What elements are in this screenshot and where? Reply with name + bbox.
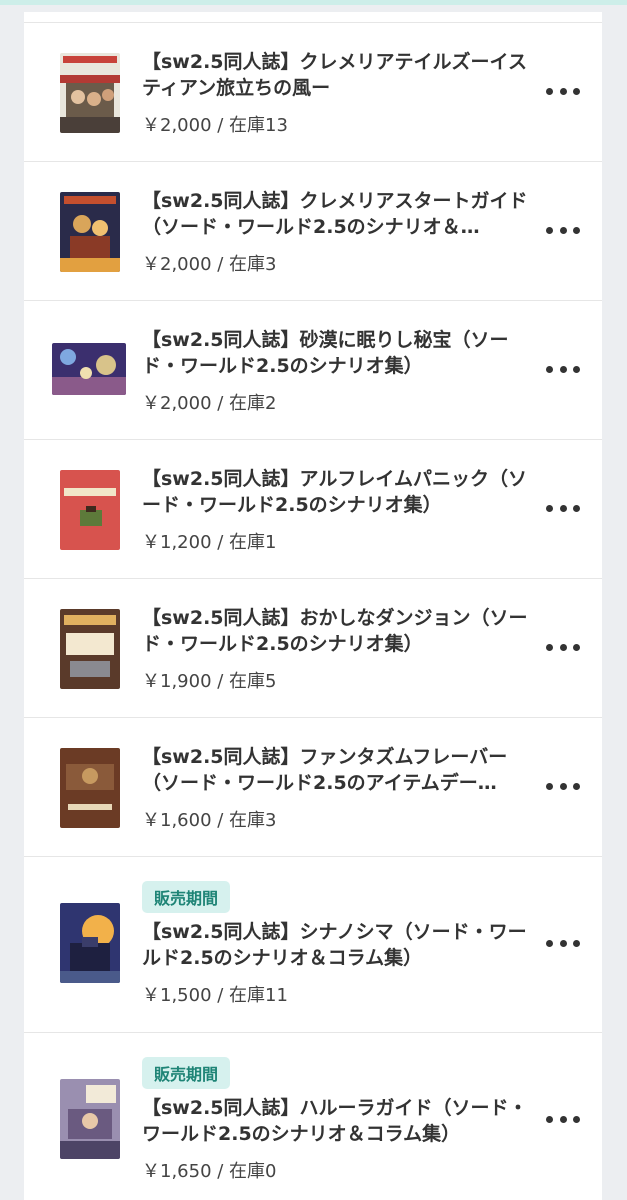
product-item[interactable]: 【sw2.5同人誌】ファンタズムフレーバー（ソード・ワールド2.5のアイテムデー… (24, 718, 602, 857)
product-price-stock: ￥1,600 / 在庫3 (142, 810, 277, 831)
product-title[interactable]: 【sw2.5同人誌】ハルーラガイド（ソード・ワールド2.5のシナリオ＆コラム集） (142, 1095, 542, 1147)
product-cover-image (60, 53, 120, 133)
more-horizontal-icon[interactable] (546, 498, 580, 518)
product-price-stock: ￥1,650 / 在庫0 (142, 1161, 277, 1182)
product-cover-image (60, 1079, 120, 1159)
product-item[interactable]: 【sw2.5同人誌】アルフレイムパニック（ソード・ワールド2.5のシナリオ集） … (24, 440, 602, 579)
more-horizontal-icon[interactable] (546, 359, 580, 379)
more-horizontal-icon[interactable] (546, 220, 580, 240)
product-title[interactable]: 【sw2.5同人誌】クレメリアテイルズーイスティアン旅立ちの風ー (142, 49, 542, 101)
more-horizontal-icon[interactable] (546, 1109, 580, 1129)
more-horizontal-icon[interactable] (546, 81, 580, 101)
product-item[interactable]: 【sw2.5同人誌】クレメリアテイルズーイスティアン旅立ちの風ー ￥2,000 … (24, 23, 602, 162)
product-cover-image (60, 609, 120, 689)
product-cover-image (52, 343, 126, 395)
product-price-stock: ￥1,900 / 在庫5 (142, 671, 277, 692)
sale-period-badge: 販売期間 (142, 881, 231, 913)
more-horizontal-icon[interactable] (546, 776, 580, 796)
product-price-stock: ￥2,000 / 在庫3 (142, 254, 277, 275)
product-item[interactable]: 【sw2.5同人誌】砂漠に眠りし秘宝（ソード・ワールド2.5のシナリオ集） ￥2… (24, 301, 602, 440)
product-item[interactable]: 販売期間 【sw2.5同人誌】シナノシマ（ソード・ワールド2.5のシナリオ＆コラ… (24, 857, 602, 1033)
product-price-stock: ￥2,000 / 在庫13 (142, 115, 288, 136)
product-item[interactable]: 販売期間 【sw2.5同人誌】ハルーラガイド（ソード・ワールド2.5のシナリオ＆… (24, 1033, 602, 1200)
more-horizontal-icon[interactable] (546, 637, 580, 657)
product-cover-image (60, 903, 120, 983)
product-price-stock: ￥1,200 / 在庫1 (142, 532, 277, 553)
product-title[interactable]: 【sw2.5同人誌】クレメリアスタートガイド（ソード・ワールド2.5のシナリオ＆… (142, 188, 542, 240)
product-title[interactable]: 【sw2.5同人誌】アルフレイムパニック（ソード・ワールド2.5のシナリオ集） (142, 466, 542, 518)
top-accent-bar (0, 0, 627, 5)
product-cover-image (60, 192, 120, 272)
product-cover-image (60, 470, 120, 550)
product-list: 【sw2.5同人誌】クレメリアテイルズーイスティアン旅立ちの風ー ￥2,000 … (24, 12, 602, 1200)
product-price-stock: ￥2,000 / 在庫2 (142, 393, 277, 414)
product-price-stock: ￥1,500 / 在庫11 (142, 985, 288, 1006)
product-title[interactable]: 【sw2.5同人誌】シナノシマ（ソード・ワールド2.5のシナリオ＆コラム集） (142, 919, 542, 971)
more-horizontal-icon[interactable] (546, 933, 580, 953)
product-title[interactable]: 【sw2.5同人誌】おかしなダンジョン（ソード・ワールド2.5のシナリオ集） (142, 605, 542, 657)
product-item[interactable]: 【sw2.5同人誌】クレメリアスタートガイド（ソード・ワールド2.5のシナリオ＆… (24, 162, 602, 301)
product-cover-image (60, 748, 120, 828)
product-title[interactable]: 【sw2.5同人誌】砂漠に眠りし秘宝（ソード・ワールド2.5のシナリオ集） (142, 327, 542, 379)
sale-period-badge: 販売期間 (142, 1057, 231, 1089)
list-top-strip (24, 12, 602, 23)
product-item[interactable]: 【sw2.5同人誌】おかしなダンジョン（ソード・ワールド2.5のシナリオ集） ￥… (24, 579, 602, 718)
product-title[interactable]: 【sw2.5同人誌】ファンタズムフレーバー（ソード・ワールド2.5のアイテムデー… (142, 744, 542, 796)
